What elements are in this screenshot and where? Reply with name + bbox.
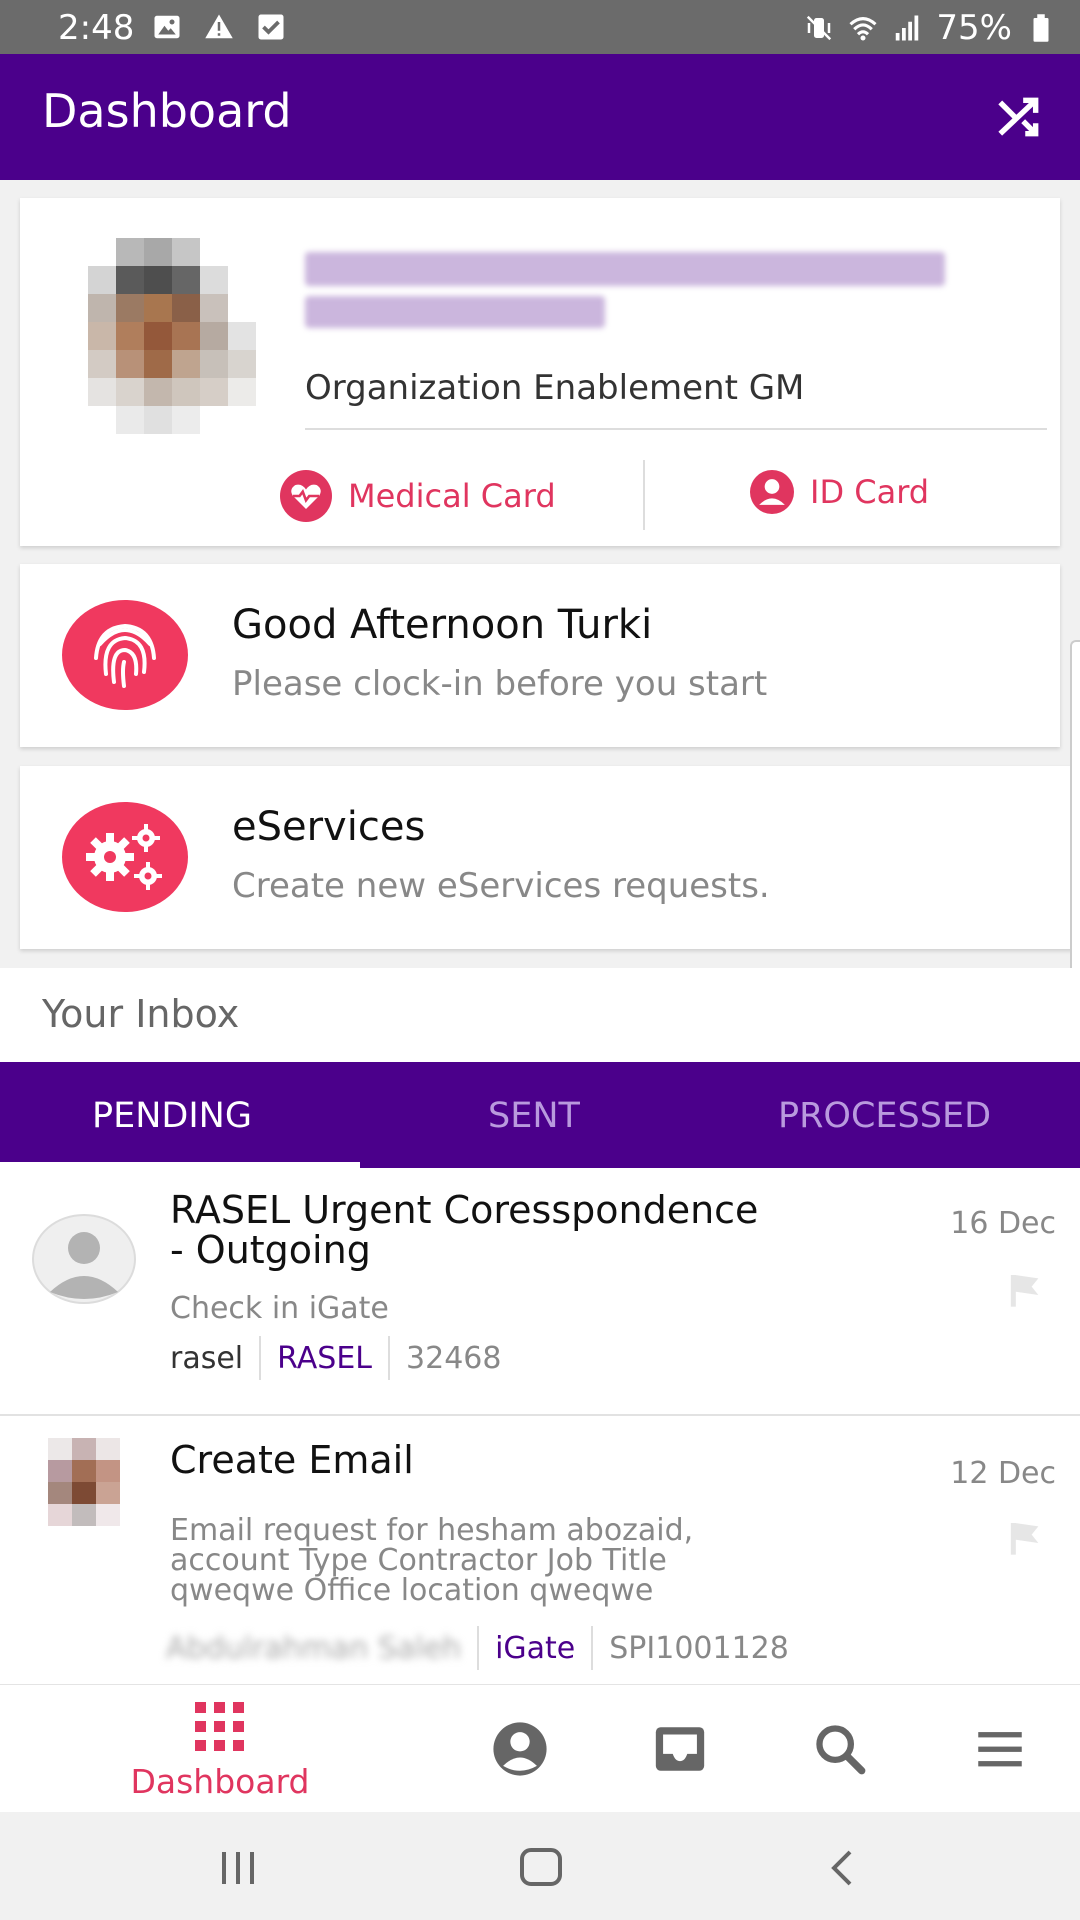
tab-sent[interactable]: SENT [488, 1096, 580, 1136]
account-circle-icon [750, 470, 794, 514]
page-title: Dashboard [42, 84, 292, 138]
id-card-link[interactable]: ID Card [750, 470, 929, 514]
mute-icon [807, 15, 832, 41]
item-sender: rasel [170, 1340, 244, 1376]
grid-icon [195, 1701, 244, 1751]
inbox-header: Your Inbox [0, 968, 1080, 1062]
bottom-nav: Dashboard [0, 1684, 1080, 1812]
medical-card-label: Medical Card [348, 477, 556, 515]
divider [388, 1336, 391, 1380]
item-system: iGate [495, 1630, 576, 1666]
flag-icon[interactable] [1004, 1518, 1046, 1558]
position-title: Organization Enablement GM [305, 368, 805, 408]
divider [643, 460, 645, 530]
item-system: RASEL [277, 1340, 373, 1376]
tab-pending[interactable]: PENDING [92, 1096, 252, 1136]
status-time: 2:48 [58, 8, 135, 48]
divider [259, 1336, 262, 1380]
profile-card: Organization Enablement GM Medical Card … [20, 198, 1060, 546]
eservices-subtitle: Create new eServices requests. [232, 866, 770, 906]
inbox-title: Your Inbox [42, 992, 240, 1036]
divider [305, 428, 1047, 430]
search-icon [816, 1725, 866, 1775]
avatar [48, 1438, 120, 1526]
nav-menu[interactable] [950, 1685, 1050, 1813]
greeting-title: Good Afternoon Turki [232, 602, 653, 648]
inbox-tabs: PENDING SENT PROCESSED [0, 1062, 1080, 1168]
id-card-label: ID Card [810, 473, 930, 511]
nav-inbox[interactable] [630, 1685, 730, 1813]
nav-dashboard-label: Dashboard [130, 1761, 310, 1801]
item-meta: rasel RASEL 32468 [170, 1336, 501, 1380]
item-id: SPI1001128 [609, 1630, 789, 1666]
item-title-continued: - Outgoing [170, 1228, 371, 1272]
eservices-card[interactable]: eServices Create new eServices requests. [20, 766, 1080, 949]
back-icon[interactable] [820, 1846, 868, 1890]
scrollbar[interactable] [1070, 640, 1080, 1020]
nav-profile[interactable] [470, 1685, 570, 1813]
battery-icon [1033, 14, 1049, 42]
image-icon [154, 15, 180, 39]
item-title: RASEL Urgent Coresspondence [170, 1188, 759, 1232]
warning-icon [205, 14, 233, 39]
wifi-icon [849, 17, 877, 41]
nav-dashboard[interactable]: Dashboard [110, 1685, 330, 1813]
fingerprint-icon [62, 600, 188, 710]
shuffle-icon[interactable] [994, 92, 1044, 142]
recent-apps-icon[interactable] [214, 1846, 262, 1890]
flag-icon[interactable] [1004, 1270, 1046, 1310]
clock-in-card[interactable]: Good Afternoon Turki Please clock-in bef… [20, 564, 1060, 747]
greeting-subtitle: Please clock-in before you start [232, 664, 768, 704]
inbox-icon [655, 1727, 705, 1771]
default-avatar-icon [32, 1214, 136, 1304]
medical-card-link[interactable]: Medical Card [280, 470, 556, 522]
battery-percent: 75% [936, 8, 1012, 48]
status-bar: 2:48 75% [0, 0, 1080, 54]
avatar [60, 238, 280, 438]
item-id: 32468 [406, 1340, 502, 1376]
item-sender: Abdulrahman Saleh [166, 1630, 462, 1666]
medical-heart-icon [280, 470, 332, 522]
item-subtitle-continued: account Type Contractor Job Title [170, 1543, 667, 1578]
item-date: 16 Dec [950, 1206, 1056, 1241]
system-nav-bar [0, 1812, 1080, 1920]
signal-icon [896, 15, 919, 41]
tab-processed[interactable]: PROCESSED [778, 1096, 991, 1136]
divider [591, 1626, 594, 1670]
item-title: Create Email [170, 1438, 414, 1482]
gears-icon [62, 802, 188, 912]
item-subtitle: Check in iGate [170, 1291, 389, 1326]
item-subtitle-continued: qweqwe Office location qweqwe [170, 1573, 654, 1608]
item-subtitle: Email request for hesham abozaid, [170, 1513, 694, 1548]
menu-icon [978, 1732, 1022, 1767]
divider [477, 1626, 480, 1670]
inbox-list: RASEL Urgent Coresspondence - Outgoing 1… [0, 1168, 1080, 1684]
check-box-icon [258, 14, 284, 40]
item-date: 12 Dec [950, 1456, 1056, 1491]
app-bar: Dashboard [0, 54, 1080, 180]
item-meta: Abdulrahman Saleh iGate SPI1001128 [166, 1626, 789, 1670]
list-item[interactable]: Create Email 12 Dec Email request for he… [0, 1418, 1080, 1684]
employee-name-redacted [305, 248, 965, 338]
account-icon [493, 1722, 547, 1776]
home-icon[interactable] [518, 1846, 566, 1890]
eservices-title: eServices [232, 804, 426, 850]
nav-search[interactable] [790, 1685, 890, 1813]
list-item[interactable]: RASEL Urgent Coresspondence - Outgoing 1… [0, 1168, 1080, 1416]
